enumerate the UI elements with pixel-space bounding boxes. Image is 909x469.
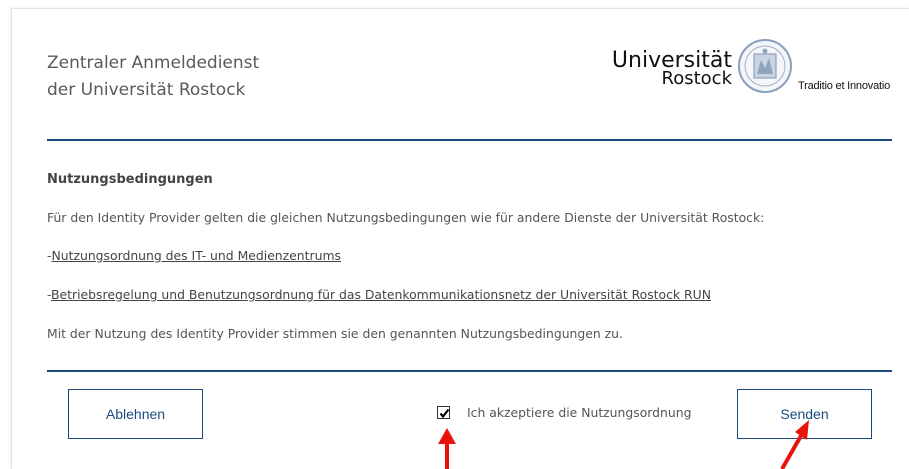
checkmark-icon [439,408,450,419]
terms-link-row-2: -Betriebsregelung und Benutzungsordnung … [47,287,711,302]
app-title-line1: Zentraler Anmeldedienst [47,53,260,73]
terms-link-row-1: -Nutzungsordnung des IT- und Medienzentr… [47,248,341,263]
app-title: Zentraler Anmeldedienst der Universität … [47,50,347,104]
divider-top [47,139,892,141]
network-usage-policy-link[interactable]: Betriebsregelung und Benutzungsordnung f… [51,287,711,302]
terms-heading: Nutzungsbedingungen [47,172,213,187]
decline-button[interactable]: Ablehnen [68,389,203,439]
app-title-line2: der Universität Rostock [47,80,246,100]
accept-terms-label[interactable]: Ich akzeptiere die Nutzungsordnung [467,405,691,420]
annotation-arrow-send-icon [780,420,809,469]
accept-terms-checkbox[interactable] [437,406,450,419]
terms-intro: Für den Identity Provider gelten die gle… [47,210,765,225]
annotation-arrow-checkbox-icon [438,428,456,469]
terms-consent-note: Mit der Nutzung des Identity Provider st… [47,326,623,341]
it-usage-policy-link[interactable]: Nutzungsordnung des IT- und Medienzentru… [51,248,341,263]
divider-bottom [47,370,892,372]
university-logo: Universität Rostock Traditio et Innovati… [590,36,909,102]
logo-motto: Traditio et Innovatio [798,80,891,92]
accept-terms-row[interactable]: Ich akzeptiere die Nutzungsordnung [437,405,691,420]
logo-name-line2: Rostock [661,68,732,89]
university-seal-icon [738,39,792,93]
